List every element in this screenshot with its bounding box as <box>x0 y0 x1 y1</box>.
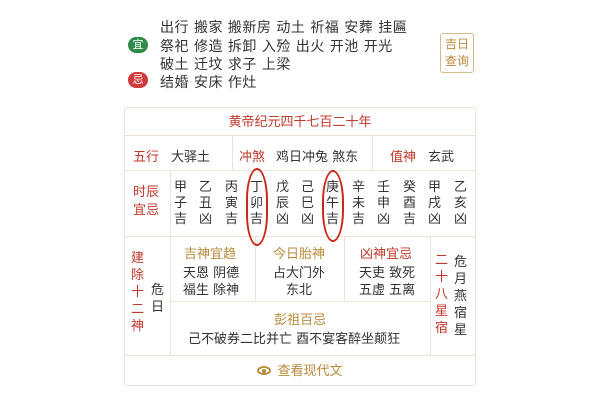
hour-column: 甲子吉 <box>174 180 188 227</box>
divider <box>124 355 476 356</box>
divider <box>344 236 345 301</box>
wuxing-label: 五行 <box>133 150 160 165</box>
yi-line-2: 祭祀 修造 拆卸 入殓 出火 开池 开光 <box>160 39 393 55</box>
hour-column: 戊辰凶 <box>276 180 290 227</box>
divider <box>232 135 233 170</box>
chongsha-label: 冲煞 <box>239 150 266 165</box>
pengzu-value: 己不破券二比并亡 酉不宴客醉坐颠狂 <box>188 332 401 347</box>
hour-column: 丙寅吉 <box>225 180 239 227</box>
hand-drawn-circle-mark <box>322 170 344 242</box>
hour-column: 乙丑凶 <box>199 180 213 227</box>
view-modern-text-button[interactable]: 查看现代文 <box>124 360 476 379</box>
chongsha-value: 鸡日冲兔 煞东 <box>276 150 359 165</box>
pengzu-label: 彭祖百忌 <box>274 313 327 328</box>
eye-icon <box>257 366 272 375</box>
jianchu-value: 危日 <box>151 283 165 315</box>
hand-drawn-circle-mark <box>246 168 268 246</box>
divider <box>170 170 171 355</box>
ji-badge: 忌 <box>128 72 148 88</box>
wuxing-value: 大驿土 <box>171 150 211 165</box>
hour-column: 辛未吉 <box>352 180 366 227</box>
jiri-query-label: 吉日查询 <box>444 37 469 68</box>
divider <box>372 135 373 170</box>
jianchu-label: 建除十二神 <box>131 251 145 334</box>
zhishen-label: 值神 <box>390 150 417 165</box>
yi-line-1: 出行 搬家 搬新房 动土 祈福 安葬 挂匾 <box>160 20 408 36</box>
zhishen-value: 玄武 <box>428 150 455 165</box>
divider <box>124 135 476 136</box>
xiongshen-line-2: 五虚 五离 <box>359 283 416 298</box>
taishen-line-2: 东北 <box>286 283 313 298</box>
hour-column: 乙亥凶 <box>454 180 468 227</box>
yi-badge: 宜 <box>128 37 148 53</box>
hour-column: 己巳凶 <box>301 180 315 227</box>
hour-column: 癸酉吉 <box>403 180 417 227</box>
era-title: 黄帝纪元四千七百二十年 <box>228 115 372 130</box>
xiu-label: 二十八星宿 <box>435 253 449 336</box>
ji-line: 结婚 安床 作灶 <box>160 75 257 91</box>
jiri-query-button[interactable]: 吉日查询 <box>440 33 474 73</box>
yi-line-3: 破土 迁坟 求子 上梁 <box>160 57 291 73</box>
divider <box>124 170 476 171</box>
divider <box>170 301 430 302</box>
hour-column: 甲戌凶 <box>428 180 442 227</box>
divider <box>124 236 476 237</box>
xiu-value: 危月燕宿星 <box>454 255 468 338</box>
xiongshen-label: 凶神宜忌 <box>360 247 413 262</box>
hour-column: 壬申凶 <box>377 180 391 227</box>
taishen-label: 今日胎神 <box>273 247 326 262</box>
view-modern-label: 查看现代文 <box>277 364 343 379</box>
jishen-label: 吉神宜趋 <box>184 247 237 262</box>
divider <box>430 236 431 355</box>
shichen-label: 时辰宜忌 <box>133 185 160 218</box>
jishen-line-2: 福生 除神 <box>183 283 240 298</box>
